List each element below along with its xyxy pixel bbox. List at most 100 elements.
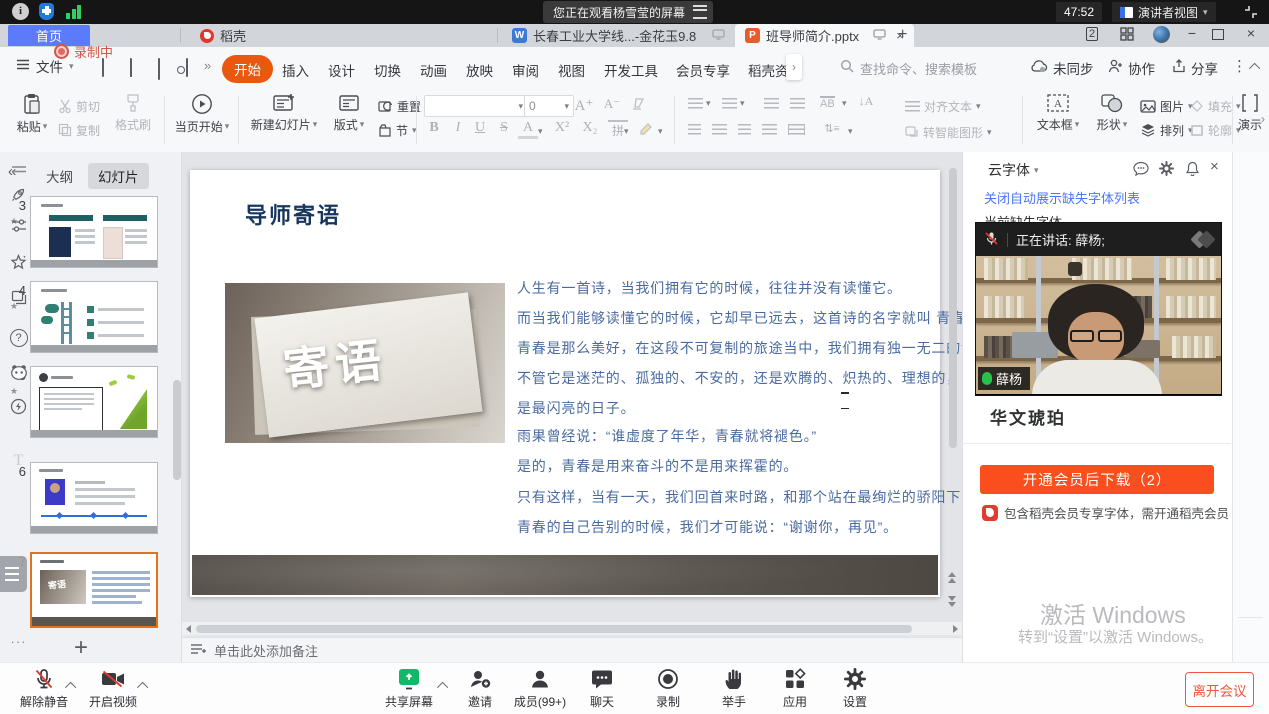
arrange-button[interactable]: 排列▾ (1140, 120, 1193, 140)
clear-format-icon[interactable] (630, 97, 646, 116)
tab-slides[interactable]: 幻灯片 (88, 163, 149, 189)
highlight-icon[interactable] (638, 122, 655, 141)
horizontal-scrollbar[interactable] (182, 622, 962, 635)
notes-bar[interactable]: 单击此处添加备注 (182, 637, 962, 662)
slide-thumbnail-7[interactable]: 寄语 (30, 552, 158, 628)
screen-cast-icon[interactable] (873, 28, 886, 43)
align-text-button[interactable]: 对齐文本▾ (905, 96, 981, 116)
section-button[interactable]: 节▾ (378, 120, 417, 140)
window-minimize-icon[interactable]: − (1181, 25, 1203, 41)
to-smartart-button[interactable]: 转智能图形▾ (905, 122, 992, 142)
info-icon[interactable]: i (12, 3, 29, 20)
menu-tab-transition[interactable]: 切换 (374, 60, 401, 80)
exit-fullscreen-icon[interactable] (1243, 4, 1259, 25)
menu-tab-insert[interactable]: 插入 (282, 60, 309, 80)
superscript-icon[interactable]: X² (552, 120, 572, 136)
start-video-button[interactable]: 开启视频 (80, 667, 146, 710)
layout-preview-flyout[interactable] (0, 556, 27, 592)
format-painter-button[interactable]: 格式刷 (108, 93, 158, 133)
gear-icon[interactable] (1159, 161, 1174, 181)
slide-thumbnail-3[interactable] (30, 196, 158, 268)
paste-button[interactable]: 粘贴▾ (10, 93, 54, 135)
settings-button[interactable]: 设置 (822, 667, 888, 710)
tab-docer[interactable]: 稻壳 (200, 24, 246, 47)
menu-tab-slideshow[interactable]: 放映 (466, 60, 493, 80)
chevron-down-icon[interactable]: ▾ (842, 98, 847, 109)
chevron-down-icon[interactable]: ▾ (624, 126, 629, 137)
current-slide[interactable]: 导师寄语 寄语 人生有一首诗，当我们拥有它的时候，往往并没有读懂它。 而当我们能… (190, 170, 940, 597)
chevron-down-icon[interactable]: ▾ (848, 126, 853, 137)
banner-menu-icon[interactable] (693, 5, 707, 19)
tab-outline[interactable]: 大纲 (36, 163, 83, 189)
sync-status[interactable]: 未同步 (1030, 58, 1094, 78)
panel-expand-flyout[interactable]: › (786, 54, 802, 80)
record-button[interactable]: 录制 (635, 667, 701, 710)
slide-body-text[interactable]: 人生有一首诗，当我们拥有它的时候，往往并没有读懂它。 而当我们能够读懂它的时候，… (517, 278, 1005, 537)
download-after-membership-button[interactable]: 开通会员后下载（2） (980, 465, 1214, 494)
share-button[interactable]: 分享 (1172, 58, 1218, 78)
collaborate-button[interactable]: 协作 (1108, 58, 1155, 78)
decrease-font-icon[interactable]: A⁻ (602, 96, 622, 112)
align-left-icon[interactable] (688, 124, 701, 135)
window-restore-icon[interactable] (1212, 29, 1224, 40)
menu-tab-view[interactable]: 视图 (558, 60, 585, 80)
decrease-indent-icon[interactable] (764, 98, 779, 109)
more-options-icon[interactable]: ⋮ (1232, 57, 1247, 75)
play-from-current-button[interactable]: 当页开始▾ (170, 93, 234, 135)
add-slide-button[interactable]: + (74, 634, 88, 662)
italic-icon[interactable]: I (448, 120, 468, 136)
increase-indent-icon[interactable] (790, 98, 805, 109)
network-signal-icon[interactable] (66, 5, 82, 19)
tab-document-presentation[interactable]: P 班导师简介.pptx × (735, 24, 914, 47)
slide-thumbnail-4[interactable] (30, 281, 158, 353)
print-icon[interactable] (158, 58, 160, 80)
text-tool-icon[interactable]: T (0, 452, 37, 470)
video-titlebar[interactable]: 正在讲话: 薛杨; (976, 223, 1221, 256)
present-button[interactable]: 演示 (1236, 93, 1264, 133)
tab-grid-icon[interactable] (1120, 27, 1134, 46)
rocket-quick-tools-icon[interactable] (0, 186, 37, 208)
performance-flash-icon[interactable] (0, 398, 37, 420)
rail-drag-handle[interactable] (0, 160, 37, 178)
tab-document-writer[interactable]: W 长春工业大学线...-金花玉9.8 (512, 24, 725, 47)
font-family-select[interactable]: ▾ (424, 95, 528, 117)
text-box-button[interactable]: A 文本框▾ (1030, 93, 1086, 133)
scroll-left-icon[interactable] (186, 625, 191, 633)
save-icon[interactable] (130, 58, 132, 77)
scroll-right-icon[interactable] (953, 625, 958, 633)
subscript-icon[interactable]: X₂ (580, 120, 600, 136)
bell-icon[interactable] (1185, 161, 1200, 181)
strikethrough-icon[interactable]: S (494, 120, 514, 136)
line-spacing-icon[interactable]: ⇅≡ (822, 122, 842, 135)
text-direction-icon[interactable]: AB (820, 96, 835, 110)
shapes-button[interactable]: 形状▾ (1090, 93, 1134, 133)
menu-tab-design[interactable]: 设计 (328, 60, 355, 80)
align-right-icon[interactable] (738, 124, 751, 135)
font-color-icon[interactable]: A (518, 120, 538, 139)
effects-star-icon[interactable] (0, 254, 37, 276)
new-slide-button[interactable]: 新建幻灯片▾ (246, 93, 322, 133)
reset-slide-button[interactable]: 重置 (378, 96, 421, 116)
chevron-down-icon[interactable]: ▾ (538, 126, 543, 137)
picture-button[interactable]: 图片▾ (1140, 96, 1193, 116)
window-close-icon[interactable]: × (1240, 25, 1262, 41)
next-slide-button[interactable] (948, 596, 956, 607)
user-avatar[interactable] (1153, 26, 1170, 43)
previous-slide-button[interactable] (948, 572, 956, 583)
justify-icon[interactable] (762, 124, 777, 135)
command-search[interactable]: 查找命令、搜索模板 (840, 59, 977, 78)
font-preview-name[interactable]: 华文琥珀 (990, 404, 1066, 429)
cut-button[interactable]: 剪切 (58, 96, 100, 116)
more-tools-icon[interactable]: » (204, 58, 211, 73)
bullet-list-icon[interactable] (688, 98, 703, 109)
scrollbar-thumb[interactable] (196, 625, 912, 633)
numbered-list-icon[interactable] (722, 98, 737, 109)
feedback-icon[interactable] (1133, 161, 1149, 181)
chat-button[interactable]: 聊天 (569, 667, 635, 710)
meeting-video-window[interactable]: 正在讲话: 薛杨; 薛杨 (975, 222, 1222, 396)
disable-missing-font-link[interactable]: 关闭自动展示缺失字体列表 (984, 188, 1140, 207)
menu-tab-start[interactable]: 开始 (222, 55, 273, 83)
chevron-down-icon[interactable]: ▾ (740, 98, 745, 109)
increase-font-icon[interactable]: A⁺ (574, 96, 594, 115)
underline-icon[interactable]: U (470, 120, 490, 136)
